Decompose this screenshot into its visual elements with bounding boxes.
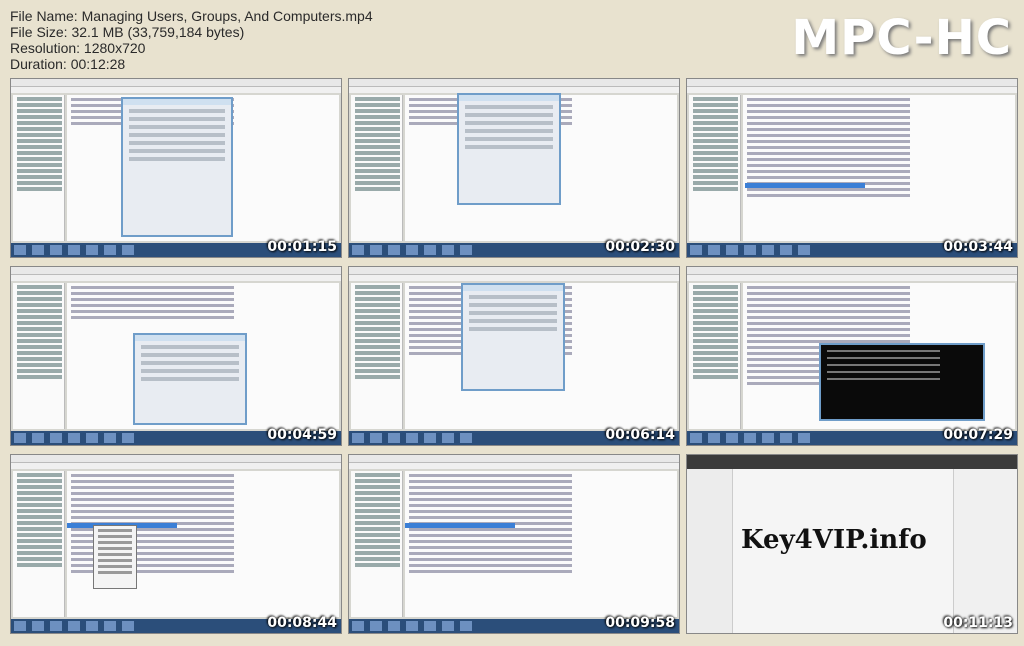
timestamp: 00:02:30 (605, 239, 675, 255)
list-pane (405, 471, 677, 617)
thumbnail-1[interactable]: 00:01:15 (10, 78, 342, 258)
thumbnail-grid: 00:01:15 00:02:30 00:03:44 00:04:59 00:0… (8, 78, 1018, 638)
tree-pane (351, 471, 403, 617)
new-object-dialog (133, 333, 247, 425)
thumbnail-5[interactable]: 00:06:14 (348, 266, 680, 446)
command-prompt-window (819, 343, 985, 421)
resolution: Resolution: 1280x720 (10, 40, 146, 56)
file-size: File Size: 32.1 MB (33,759,184 bytes) (10, 24, 245, 40)
thumbnail-7[interactable]: 00:08:44 (10, 454, 342, 634)
tree-pane (13, 471, 65, 617)
file-name: File Name: Managing Users, Groups, And C… (10, 8, 373, 24)
selected-row (405, 523, 515, 528)
tree-pane (689, 283, 741, 429)
list-pane (743, 95, 1015, 241)
context-menu (93, 525, 137, 589)
thumbnail-4[interactable]: 00:04:59 (10, 266, 342, 446)
thumbnail-8[interactable]: 00:09:58 (348, 454, 680, 634)
tree-pane (351, 95, 403, 241)
timestamp: 00:08:44 (267, 615, 337, 631)
tree-pane (351, 283, 403, 429)
selected-row (745, 183, 865, 188)
tree-pane (13, 283, 65, 429)
timestamp: 00:01:15 (267, 239, 337, 255)
duration: Duration: 00:12:28 (10, 56, 126, 72)
properties-dialog (121, 97, 233, 237)
mpc-hc-logo: MPC-HC (791, 10, 1012, 66)
timestamp: 00:03:44 (943, 239, 1013, 255)
thumbnail-2[interactable]: 00:02:30 (348, 78, 680, 258)
properties-dialog (457, 93, 561, 205)
tree-pane (13, 95, 65, 241)
thumbnail-9[interactable]: Key4VIP.info 00:11:13 (686, 454, 1018, 634)
file-info: File Name: Managing Users, Groups, And C… (10, 8, 373, 72)
tree-pane (689, 95, 741, 241)
thumbnail-3[interactable]: 00:03:44 (686, 78, 1018, 258)
timestamp: 00:09:58 (605, 615, 675, 631)
watermark-text: Key4VIP.info (741, 525, 927, 555)
thumbnail-6[interactable]: 00:07:29 (686, 266, 1018, 446)
timestamp: 00:11:13 (943, 615, 1013, 631)
properties-dialog (461, 283, 565, 391)
timestamp: 00:06:14 (605, 427, 675, 443)
timestamp: 00:04:59 (267, 427, 337, 443)
timestamp: 00:07:29 (943, 427, 1013, 443)
